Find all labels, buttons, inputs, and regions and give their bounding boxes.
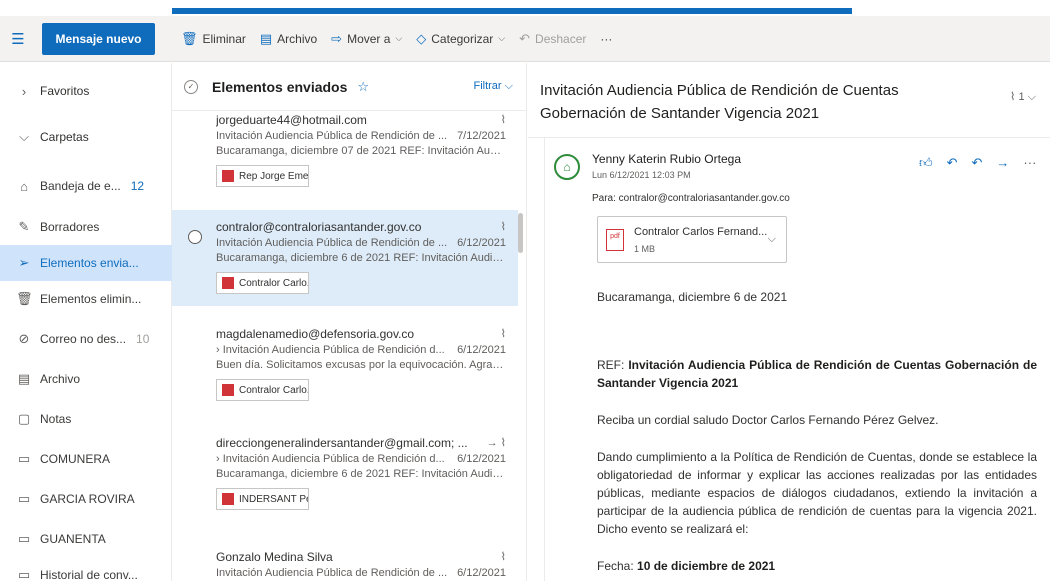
list-item-selected[interactable]: contralor@contraloriasantander.gov.co ⌇ I… [172,210,518,306]
send-icon: ➢ [18,255,30,270]
move-to-button[interactable]: ⇨ Mover a ⌵ [331,31,402,47]
chevron-right-icon: › [21,83,27,99]
archive-button[interactable]: ▤ Archivo [260,31,317,47]
star-icon[interactable]: ☆ [357,79,369,95]
paperclip-icon: ⌇ [500,114,506,126]
sidebar-item-comunera[interactable]: ▭ COMUNERA [0,441,172,477]
unread-count: 10 [136,332,150,346]
email-body: Bucaramanga, diciembre 6 de 2021 REF: In… [597,290,1037,573]
sent-date: Lun 6/12/2021 12:03 PM [592,170,691,180]
more-actions-button[interactable]: ··· [600,32,612,46]
paperclip-icon: ⌇ [500,551,506,563]
categorize-button[interactable]: ◇ Categorizar ⌵ [416,31,505,47]
inbox-icon: ⌂ [20,178,28,194]
sidebar-item-drafts[interactable]: ✎ Borradores [0,209,172,245]
select-radio[interactable] [188,230,202,244]
sidebar-item-archive[interactable]: ▤ Archivo [0,361,172,397]
trash-icon: 🗑 [181,30,198,46]
pdf-icon [222,493,234,505]
list-item[interactable]: magdalenamedio@defensoria.gov.co ⌇ › Invi… [172,319,518,419]
message-list: ✓ Elementos enviados ☆ Filtrar ⌵ jorgedu… [172,63,527,581]
email-card: ⌂ Yenny Katerin Rubio Ortega Lun 6/12/20… [544,138,1044,581]
attachment-chip[interactable]: INDERSANT Pe... [216,488,309,510]
list-item[interactable]: jorgeduarte44@hotmail.com ⌇ Invitación Au… [172,111,518,206]
message-list-header: ✓ Elementos enviados ☆ Filtrar ⌵ [172,63,526,111]
undo-icon: ↶ [519,30,531,46]
move-icon: ⇨ [331,30,343,46]
sender-name[interactable]: Yenny Katerin Rubio Ortega [592,152,741,166]
sidebar-item-garcia-rovira[interactable]: ▭ GARCIA ROVIRA [0,481,172,517]
new-message-button[interactable]: Mensaje nuevo [42,22,155,55]
trash-icon: 🗑 [16,291,33,306]
folders-toggle[interactable]: ⌵ Carpetas [0,119,172,155]
avatar: ⌂ [554,154,580,180]
chevron-down-icon: ⌵ [498,33,506,43]
like-icon[interactable]: 👍︎ [919,155,933,171]
hamburger-menu-icon[interactable]: ☰ [6,30,30,48]
paperclip-icon: ⌇ [1010,91,1016,103]
block-icon: ⊘ [18,331,30,346]
folder-icon: ▭ [17,567,31,581]
archive-icon: ▤ [259,30,273,46]
archive-icon: ▤ [17,371,31,386]
attachment-card[interactable]: pdf Contralor Carlos Fernand... 1 MB ⌵ [597,216,787,263]
reading-pane: Invitación Audiencia Pública de Rendició… [528,63,1050,581]
sidebar-item-guanenta[interactable]: ▭ GUANENTA [0,521,172,557]
folder-icon: ▭ [17,451,31,466]
pdf-icon [222,384,234,396]
folder-icon: ▭ [17,491,31,506]
filter-button[interactable]: Filtrar ⌵ [473,80,513,93]
reply-all-icon[interactable]: ↶ [972,155,983,171]
note-icon: ▢ [17,411,31,426]
list-item[interactable]: direcciongeneralindersantander@gmail.com… [172,426,518,531]
folder-title: Elementos enviados [212,78,348,95]
pencil-icon: ✎ [18,219,30,234]
sidebar-item-notes[interactable]: ▢ Notas [0,401,172,437]
folder-pane: › Favoritos ⌵ Carpetas ⌂ Bandeja de e... 12 … [0,63,172,581]
list-item[interactable]: Gonzalo Medina Silva ⌇ Invitación Audienc… [172,540,518,581]
sidebar-item-history[interactable]: ▭ Historial de conv... [0,557,172,581]
unread-count: 12 [130,179,145,193]
pdf-icon [222,277,234,289]
recipient-line: Para: contralor@contraloriasantander.gov… [592,193,790,204]
sidebar-item-junk[interactable]: ⊘ Correo no des... 10 [0,321,172,357]
chevron-down-icon: ⌵ [395,33,403,43]
folder-icon: ▭ [17,531,31,546]
forward-icon[interactable]: → [996,155,1009,171]
message-actions: 👍︎ ↶ ↶ → ··· [919,155,1036,171]
forward-icon: → ⌇ [486,437,506,449]
attachment-chip[interactable]: Rep Jorge Emes... [216,165,309,187]
attachment-chip[interactable]: Contralor Carlo... [216,272,309,294]
sidebar-item-deleted[interactable]: 🗑 Elementos elimin... [0,281,172,317]
sidebar-item-sent[interactable]: ➢ Elementos envia... [0,245,172,281]
favorites-toggle[interactable]: › Favoritos [0,73,172,109]
more-icon[interactable]: ··· [1023,155,1036,171]
pdf-icon [222,170,234,182]
tag-icon: ◇ [416,30,427,46]
command-bar: ☰ Mensaje nuevo 🗑 Eliminar ▤ Archivo ⇨ Move… [0,16,1050,62]
email-subject: Invitación Audiencia Pública de Rendició… [540,82,899,122]
sidebar-item-inbox[interactable]: ⌂ Bandeja de e... 12 [0,168,172,204]
paperclip-icon: ⌇ [500,328,506,340]
select-all-checkbox[interactable]: ✓ [184,79,198,94]
attachment-chip[interactable]: Contralor Carlo... [216,379,309,401]
undo-button[interactable]: ↶ Deshacer [519,31,586,47]
scrollbar[interactable] [518,213,523,253]
delete-button[interactable]: 🗑 Eliminar [181,31,246,47]
chevron-down-icon[interactable]: ⌵ [768,233,776,246]
chevron-down-icon: ⌵ [19,129,29,144]
attachment-count[interactable]: ⌇ 1 ⌵ [1010,90,1036,104]
paperclip-icon: ⌇ [500,221,506,233]
pdf-icon: pdf [606,229,624,251]
progress-bar [172,8,852,14]
reply-icon[interactable]: ↶ [947,155,958,171]
top-strip [0,0,1050,16]
